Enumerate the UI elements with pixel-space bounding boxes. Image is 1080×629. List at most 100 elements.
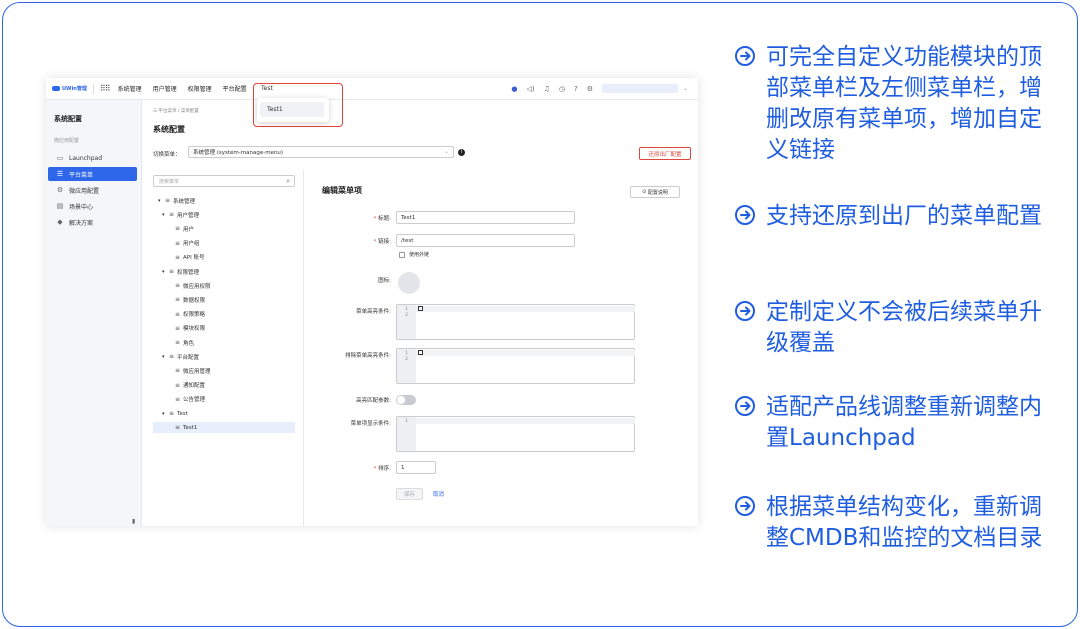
exclude-condition-editor[interactable]: 12 (396, 348, 635, 384)
tree-node-label: 用户管理 (177, 212, 200, 219)
menu-icon: ☰ (56, 170, 64, 178)
arrow-circle-icon (735, 496, 755, 516)
tree-node[interactable]: ≡ 用户组 (153, 238, 295, 249)
tree-node-label: 模块权限 (183, 326, 206, 333)
bracket-icon (418, 306, 423, 311)
sidebar-group-label: 微应用配置 (54, 138, 80, 144)
sidebar-item-launchpad[interactable]: ▭ Launchpad (48, 151, 137, 165)
external-link-checkbox[interactable]: 使用外链 (399, 251, 429, 258)
tree-node[interactable]: ≡ 微应用权限 (153, 280, 295, 291)
info-icon[interactable]: i (458, 149, 465, 156)
menu-icon: ≡ (169, 211, 175, 219)
page-title: 系统配置 (153, 125, 185, 134)
save-button[interactable]: 保存 (396, 488, 423, 500)
display-condition-editor[interactable]: 1 (396, 416, 635, 452)
caret-down-icon[interactable]: ▾ (162, 411, 169, 417)
top-nav-item-users[interactable]: 用户管理 (153, 84, 177, 93)
tree-node-label: 微应用管理 (183, 368, 211, 375)
checkbox-box (399, 251, 405, 258)
title-field[interactable]: Test1 (396, 211, 575, 224)
tree-node[interactable]: ▾ ≡ 权限管理 (153, 266, 295, 277)
sidebar: 系统配置 微应用配置 ▭ Launchpad ☰ 平台菜单 ⚙ 微应用配置 ▤ 场景中心… (46, 100, 142, 526)
sidebar-item-platform-menu[interactable]: ☰ 平台菜单 (48, 167, 137, 181)
speaker-icon[interactable]: ◁) (526, 85, 534, 93)
menu-icon: ≡ (169, 353, 175, 361)
link-field[interactable]: /test (396, 234, 575, 247)
top-bar-actions: ● ◁) ♫ ◷ ? ⚙ ⌄ (511, 84, 688, 93)
search-placeholder: 搜索菜单 (159, 178, 180, 185)
tree-node-label: 权限管理 (177, 269, 200, 276)
config-help-button[interactable]: ⊙ 配置说明 (630, 186, 680, 198)
active-line (416, 350, 635, 356)
caret-down-icon[interactable]: ▾ (162, 212, 169, 218)
sidebar-title: 系统配置 (54, 115, 82, 123)
dropdown-item-test1[interactable]: Test1 (260, 102, 324, 117)
tree-node[interactable]: ≡ 用户 (153, 223, 295, 234)
top-nav: 系统管理 用户管理 权限管理 平台配置 (118, 84, 247, 93)
panel-divider (303, 170, 304, 526)
line-numbers: 12 (397, 349, 416, 383)
tree-node-label: 平台配置 (177, 354, 200, 361)
logo[interactable]: UWin管理 (52, 85, 87, 92)
sidebar-item-solution[interactable]: ◆ 解决方案 (48, 215, 137, 229)
highlight-condition-editor[interactable]: 12 (396, 304, 635, 340)
sidebar-item-micro-app[interactable]: ⚙ 微应用配置 (48, 183, 137, 197)
tree-node-label: Test (177, 410, 188, 417)
toggle-knob (397, 396, 405, 404)
scene-icon: ▤ (56, 202, 64, 210)
restore-factory-button[interactable]: 还原出厂配置 (639, 147, 691, 160)
top-nav-item-permissions[interactable]: 权限管理 (188, 84, 212, 93)
tree-node[interactable]: ≡ 公告管理 (153, 394, 295, 405)
caret-down-icon[interactable]: ▾ (162, 354, 169, 360)
feature-item: 支持还原到出厂的菜单配置 (734, 201, 1054, 232)
sidebar-item-label: Launchpad (69, 154, 103, 162)
tree-node-label: 公告管理 (183, 397, 206, 404)
collapse-icon[interactable]: ▮ (132, 518, 135, 525)
feature-text: 定制定义不会被后续菜单升级覆盖 (766, 299, 1042, 356)
help-icon[interactable]: ? (574, 85, 578, 93)
display-condition-label: 菜单项显示条件: (350, 421, 391, 427)
top-nav-item-platform[interactable]: 平台配置 (223, 84, 247, 93)
sort-field[interactable]: 1 (396, 461, 436, 474)
ai-icon[interactable]: ● (511, 85, 517, 93)
tree-node[interactable]: ▾ ≡ 系统管理 (153, 195, 295, 206)
logo-icon (52, 86, 60, 91)
top-nav-item-test[interactable]: Test (261, 85, 273, 92)
tree-node[interactable]: ≡ Test1 (153, 422, 295, 434)
tree-node-label: 数据权限 (183, 297, 206, 304)
chevron-down-icon: ⌄ (443, 148, 449, 155)
cancel-button[interactable]: 取消 (433, 490, 444, 498)
sidebar-item-scene[interactable]: ▤ 场景中心 (48, 199, 137, 213)
caret-down-icon[interactable]: ▾ (162, 269, 169, 275)
tree-node[interactable]: ≡ 通知配置 (153, 380, 295, 391)
tree-node[interactable]: ≡ API 账号 (153, 252, 295, 263)
tree-node[interactable]: ≡ 数据权限 (153, 294, 295, 305)
app-grid-icon[interactable]: ⠿⠿ (100, 84, 111, 93)
tree-node[interactable]: ≡ 微应用管理 (153, 365, 295, 376)
feature-item: 适配产品线调整重新调整内置Launchpad (734, 392, 1054, 454)
tree-node[interactable]: ≡ 权限策略 (153, 309, 295, 320)
chevron-down-icon[interactable]: ⌄ (683, 85, 688, 92)
title-field-label: * 标题: (373, 216, 391, 222)
switch-menu-select[interactable]: 系统管理 (system-manage-menu) ⌄ (188, 146, 454, 158)
monitor-icon: ▭ (56, 154, 64, 162)
caret-down-icon[interactable]: ▾ (158, 198, 165, 204)
clock-icon[interactable]: ◷ (559, 85, 565, 93)
external-link-label: 使用外链 (409, 252, 430, 258)
app-screenshot: UWin管理 ⠿⠿ 系统管理 用户管理 权限管理 平台配置 ● ◁) ♫ ◷ ?… (46, 78, 698, 526)
icon-picker[interactable] (398, 272, 420, 294)
bell-icon[interactable]: ♫ (544, 85, 550, 93)
tree-node[interactable]: ▾ ≡ Test (153, 408, 295, 419)
highlight-param-toggle[interactable] (396, 395, 416, 405)
tree-node[interactable]: ▾ ≡ 用户管理 (153, 209, 295, 220)
tree-node[interactable]: ≡ 模块权限 (153, 323, 295, 334)
arrow-circle-icon (735, 46, 755, 66)
line-numbers: 1 (397, 417, 416, 451)
tree-node[interactable]: ▾ ≡ 平台配置 (153, 351, 295, 362)
edit-panel-title: 编辑菜单项 (322, 186, 362, 195)
gear-icon[interactable]: ⚙ (587, 85, 593, 93)
tree-node[interactable]: ≡ 角色 (153, 337, 295, 348)
top-nav-item-system[interactable]: 系统管理 (118, 84, 142, 93)
user-menu[interactable] (601, 84, 678, 93)
menu-search-input[interactable]: 搜索菜单 ⌕ (153, 175, 295, 187)
